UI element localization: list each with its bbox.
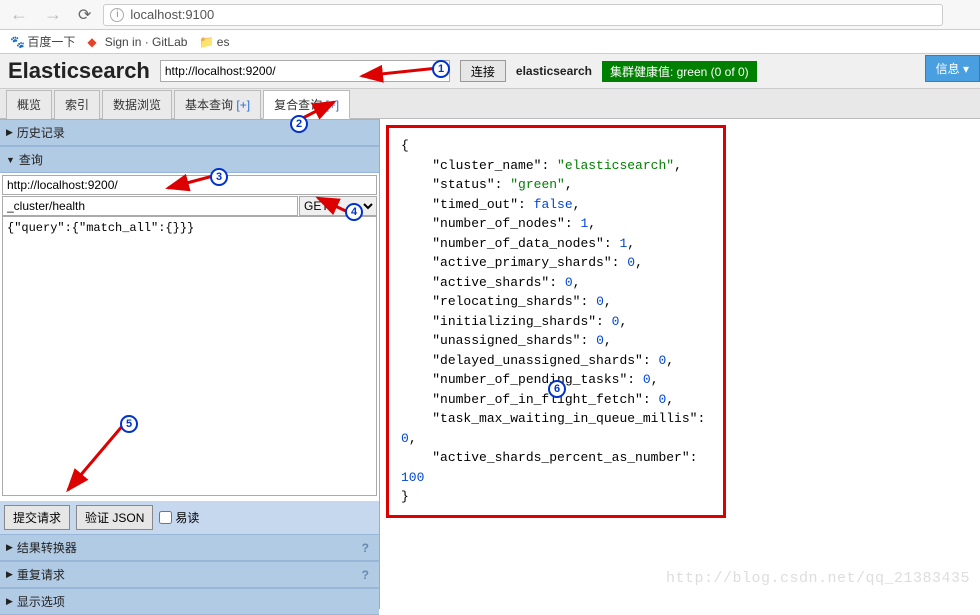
help-icon[interactable]: ?: [362, 541, 373, 555]
forward-icon: →: [40, 4, 66, 25]
history-header[interactable]: ▶历史记录: [0, 119, 379, 146]
tab-overview[interactable]: 概览: [6, 90, 52, 119]
bookmarks-bar: 🐾 百度一下 ◆ Sign in · GitLab 📁 es: [0, 30, 980, 54]
repeat-header[interactable]: ▶重复请求?: [0, 561, 379, 588]
triangle-right-icon: ▶: [6, 127, 13, 138]
validate-json-button[interactable]: 验证 JSON: [76, 505, 153, 530]
base-url-input[interactable]: [2, 175, 377, 195]
watermark: http://blog.csdn.net/qq_21383435: [666, 570, 970, 587]
http-method-select[interactable]: GET: [299, 196, 377, 216]
bookmark-gitlab[interactable]: ◆ Sign in · GitLab: [87, 35, 187, 49]
json-result: { "cluster_name": "elasticsearch", "stat…: [386, 125, 726, 518]
result-panel: { "cluster_name": "elasticsearch", "stat…: [380, 119, 980, 609]
help-icon[interactable]: ?: [362, 568, 373, 582]
gitlab-icon: ◆: [87, 35, 101, 49]
triangle-right-icon: ▶: [6, 542, 13, 553]
tab-basic-query[interactable]: 基本查询 [+]: [174, 90, 261, 119]
bookmark-es[interactable]: 📁 es: [199, 35, 229, 49]
display-header[interactable]: ▶显示选项: [0, 588, 379, 615]
triangle-right-icon: ▶: [6, 569, 13, 580]
transformer-header[interactable]: ▶结果转换器?: [0, 534, 379, 561]
cluster-name: elasticsearch: [516, 64, 592, 78]
main-area: ▶历史记录 ▼查询 GET {"query":{"match_all":{}}}…: [0, 119, 980, 609]
paw-icon: 🐾: [10, 35, 24, 49]
triangle-down-icon: ▼: [6, 155, 15, 165]
app-header: Elasticsearch 连接 elasticsearch 集群健康值: gr…: [0, 54, 980, 89]
bookmark-baidu[interactable]: 🐾 百度一下: [10, 33, 75, 50]
submit-request-button[interactable]: 提交请求: [4, 505, 70, 530]
app-title: Elasticsearch: [8, 58, 150, 84]
info-dropdown-button[interactable]: 信息 ▾: [925, 55, 980, 82]
action-row: 提交请求 验证 JSON 易读: [0, 501, 379, 534]
reload-icon[interactable]: ⟳: [74, 5, 95, 25]
url-text: localhost:9100: [130, 7, 214, 22]
pretty-checkbox-label[interactable]: 易读: [159, 509, 199, 526]
address-bar[interactable]: i localhost:9100: [103, 4, 943, 26]
query-header[interactable]: ▼查询: [0, 146, 379, 173]
tabs-bar: 概览 索引 数据浏览 基本查询 [+] 复合查询 [+]: [0, 89, 980, 119]
back-icon[interactable]: ←: [6, 4, 32, 25]
request-body-textarea[interactable]: {"query":{"match_all":{}}}: [2, 216, 377, 496]
tab-indices[interactable]: 索引: [54, 90, 100, 119]
tab-compound-query[interactable]: 复合查询 [+]: [263, 90, 350, 119]
health-status-badge: 集群健康值: green (0 of 0): [602, 61, 757, 82]
triangle-right-icon: ▶: [6, 596, 13, 607]
query-inputs: GET {"query":{"match_all":{}}}: [0, 173, 379, 501]
tab-browse[interactable]: 数据浏览: [102, 90, 172, 119]
site-info-icon[interactable]: i: [110, 8, 124, 22]
connect-button[interactable]: 连接: [460, 60, 506, 82]
browser-chrome: ← → ⟳ i localhost:9100: [0, 0, 980, 30]
pretty-checkbox[interactable]: [159, 511, 172, 524]
folder-icon: 📁: [199, 35, 213, 49]
connection-url-input[interactable]: [160, 60, 450, 82]
path-input[interactable]: [2, 196, 298, 216]
left-panel: ▶历史记录 ▼查询 GET {"query":{"match_all":{}}}…: [0, 119, 380, 609]
